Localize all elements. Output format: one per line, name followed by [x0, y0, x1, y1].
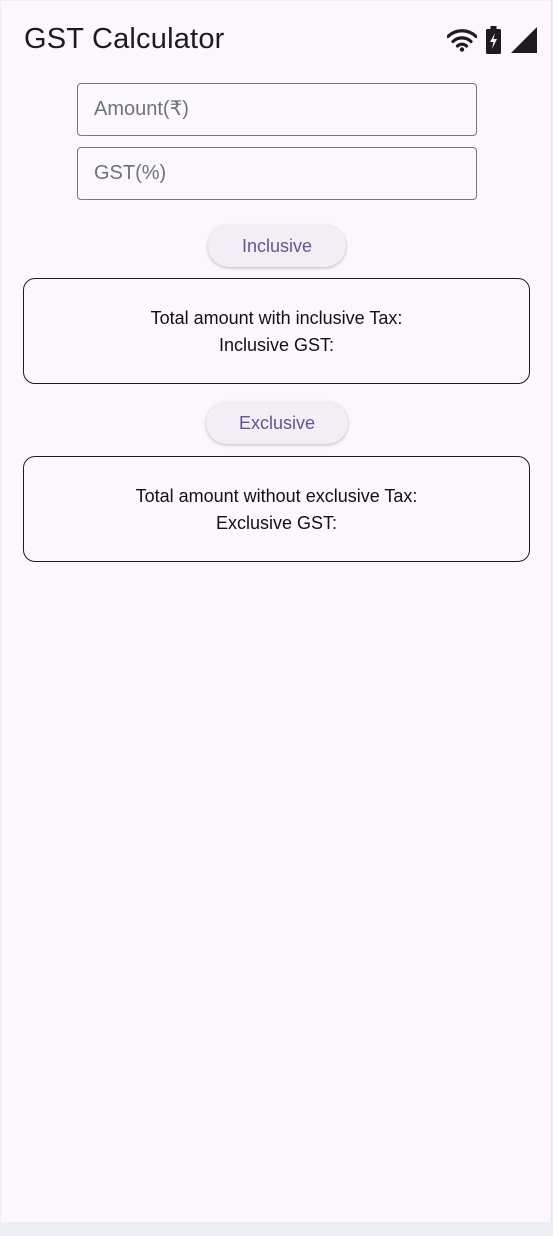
battery-charging-icon — [486, 26, 501, 54]
app-screen: GST Calculator Amount(₹) GST(%) Inclusiv… — [1, 1, 552, 1222]
exclusive-gst-label: Exclusive GST: — [215, 513, 338, 533]
page-title: GST Calculator — [24, 23, 225, 55]
exclusive-result-card: Total amount without exclusive Tax: Excl… — [23, 456, 530, 562]
exclusive-total-label: Total amount without exclusive Tax: — [135, 486, 418, 506]
app-bar: GST Calculator — [1, 1, 552, 75]
wifi-icon — [447, 28, 477, 52]
cellular-signal-icon — [510, 26, 538, 54]
inclusive-gst-label: Inclusive GST: — [218, 335, 335, 355]
status-bar-icons — [447, 25, 538, 55]
inclusive-total-label: Total amount with inclusive Tax: — [150, 308, 403, 328]
amount-input[interactable] — [77, 83, 477, 136]
inclusive-button[interactable]: Inclusive — [208, 225, 346, 267]
inclusive-result-card: Total amount with inclusive Tax: Inclusi… — [23, 278, 530, 384]
exclusive-button[interactable]: Exclusive — [206, 402, 348, 444]
gst-percent-input[interactable] — [77, 147, 477, 200]
